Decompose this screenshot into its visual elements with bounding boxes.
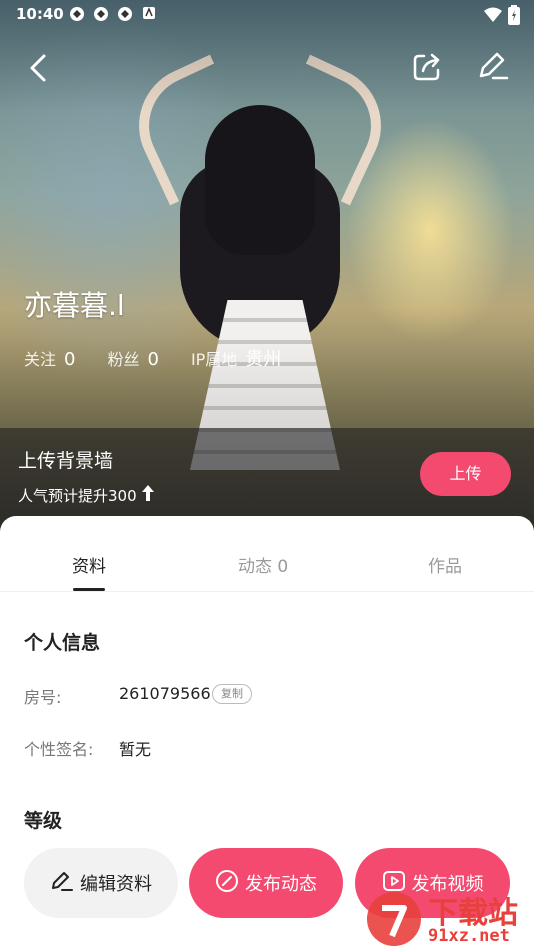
share-icon[interactable] bbox=[410, 50, 444, 84]
notification-icon bbox=[68, 6, 86, 24]
upload-background-banner: 上传背景墙 人气预计提升300 上传 bbox=[0, 428, 534, 528]
stat-label: 关注 bbox=[24, 350, 57, 369]
profile-stats: 关注 0 粉丝 0 IP属地 贵州 bbox=[24, 345, 313, 371]
stat-label: 粉丝 bbox=[107, 350, 140, 369]
signature-label: 个性签名: bbox=[24, 740, 94, 759]
profile-tabs: 资料 动态 0 作品 bbox=[0, 516, 534, 592]
tab-profile[interactable]: 资料 bbox=[72, 552, 106, 577]
upload-banner-subtitle-text: 人气预计提升300 bbox=[18, 486, 137, 505]
stat-followers[interactable]: 粉丝 0 bbox=[107, 346, 158, 370]
tab-works[interactable]: 作品 bbox=[428, 552, 462, 577]
watermark-logo bbox=[364, 890, 424, 948]
status-bar: 10:40 bbox=[0, 0, 534, 30]
stat-following[interactable]: 关注 0 bbox=[24, 346, 75, 370]
back-icon[interactable] bbox=[24, 50, 56, 86]
stat-value: 0 bbox=[64, 349, 76, 370]
tab-posts[interactable]: 动态 0 bbox=[238, 552, 288, 577]
battery-icon bbox=[508, 5, 520, 29]
notification-icon bbox=[116, 6, 134, 24]
personal-info-title: 个人信息 bbox=[24, 632, 101, 654]
wifi-icon bbox=[484, 7, 502, 27]
compose-icon bbox=[215, 869, 245, 898]
upload-banner-subtitle: 人气预计提升300 bbox=[18, 484, 155, 506]
level-title: 等级 bbox=[24, 810, 63, 832]
site-watermark: 下载站 91xz.net bbox=[364, 888, 534, 950]
room-number-value: 261079566 bbox=[119, 684, 211, 703]
publish-post-button[interactable]: 发布动态 bbox=[189, 848, 343, 918]
stat-value: 0 bbox=[147, 349, 159, 370]
profile-sheet: 资料 动态 0 作品 个人信息 房号: 261079566 复制 个性签名: 暂… bbox=[0, 516, 534, 950]
status-right bbox=[484, 5, 520, 29]
stat-ip-location: IP属地 贵州 bbox=[191, 345, 281, 371]
signature-value: 暂无 bbox=[119, 740, 152, 759]
copy-button[interactable]: 复制 bbox=[212, 684, 252, 704]
edit-icon[interactable] bbox=[475, 50, 511, 84]
edit-profile-label: 编辑资料 bbox=[80, 874, 152, 895]
profile-name: 亦暮暮.l bbox=[24, 289, 125, 322]
pencil-icon bbox=[50, 870, 80, 897]
publish-post-label: 发布动态 bbox=[245, 874, 317, 895]
room-number-label: 房号: bbox=[24, 688, 62, 707]
edit-profile-button[interactable]: 编辑资料 bbox=[24, 848, 178, 918]
stat-value: 贵州 bbox=[245, 349, 282, 370]
upload-button[interactable]: 上传 bbox=[420, 452, 511, 496]
arrow-up-icon bbox=[141, 484, 155, 506]
notification-icon bbox=[92, 6, 110, 24]
tab-indicator bbox=[73, 588, 105, 591]
watermark-url: 91xz.net bbox=[428, 926, 510, 946]
upload-banner-title: 上传背景墙 bbox=[18, 450, 114, 472]
notification-icon bbox=[140, 6, 158, 24]
notification-icons bbox=[68, 6, 158, 24]
stat-label: IP属地 bbox=[190, 350, 238, 369]
status-time: 10:40 bbox=[16, 5, 64, 23]
